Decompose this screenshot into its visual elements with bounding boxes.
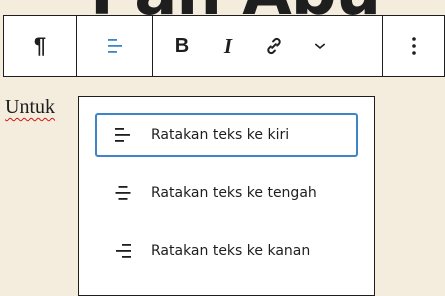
align-center-label: Ratakan teks ke tengah [151, 185, 317, 201]
align-left-icon [111, 123, 135, 147]
more-group [382, 16, 444, 76]
italic-button[interactable]: I [205, 16, 251, 76]
align-left-label: Ratakan teks ke kiri [151, 127, 290, 143]
bold-button[interactable]: B [159, 16, 205, 76]
block-type-group: ¶ [4, 16, 76, 76]
align-group [76, 16, 152, 76]
block-toolbar: ¶ B I [3, 15, 445, 77]
link-icon[interactable] [251, 16, 297, 76]
alignment-dropdown: Ratakan teks ke kiri Ratakan teks ke ten… [78, 96, 375, 296]
paragraph-icon[interactable]: ¶ [4, 16, 76, 76]
format-group: B I [152, 16, 382, 76]
align-right-label: Ratakan teks ke kanan [151, 243, 311, 259]
align-center-icon [111, 181, 135, 205]
chevron-down-icon[interactable] [297, 16, 343, 76]
more-options-icon[interactable] [383, 16, 444, 76]
align-left-option[interactable]: Ratakan teks ke kiri [95, 113, 358, 157]
align-right-option[interactable]: Ratakan teks ke kanan [95, 229, 358, 273]
align-left-icon[interactable] [77, 16, 152, 76]
paragraph-text[interactable]: Untuk [5, 96, 55, 119]
align-right-icon [111, 239, 135, 263]
align-center-option[interactable]: Ratakan teks ke tengah [95, 171, 358, 215]
